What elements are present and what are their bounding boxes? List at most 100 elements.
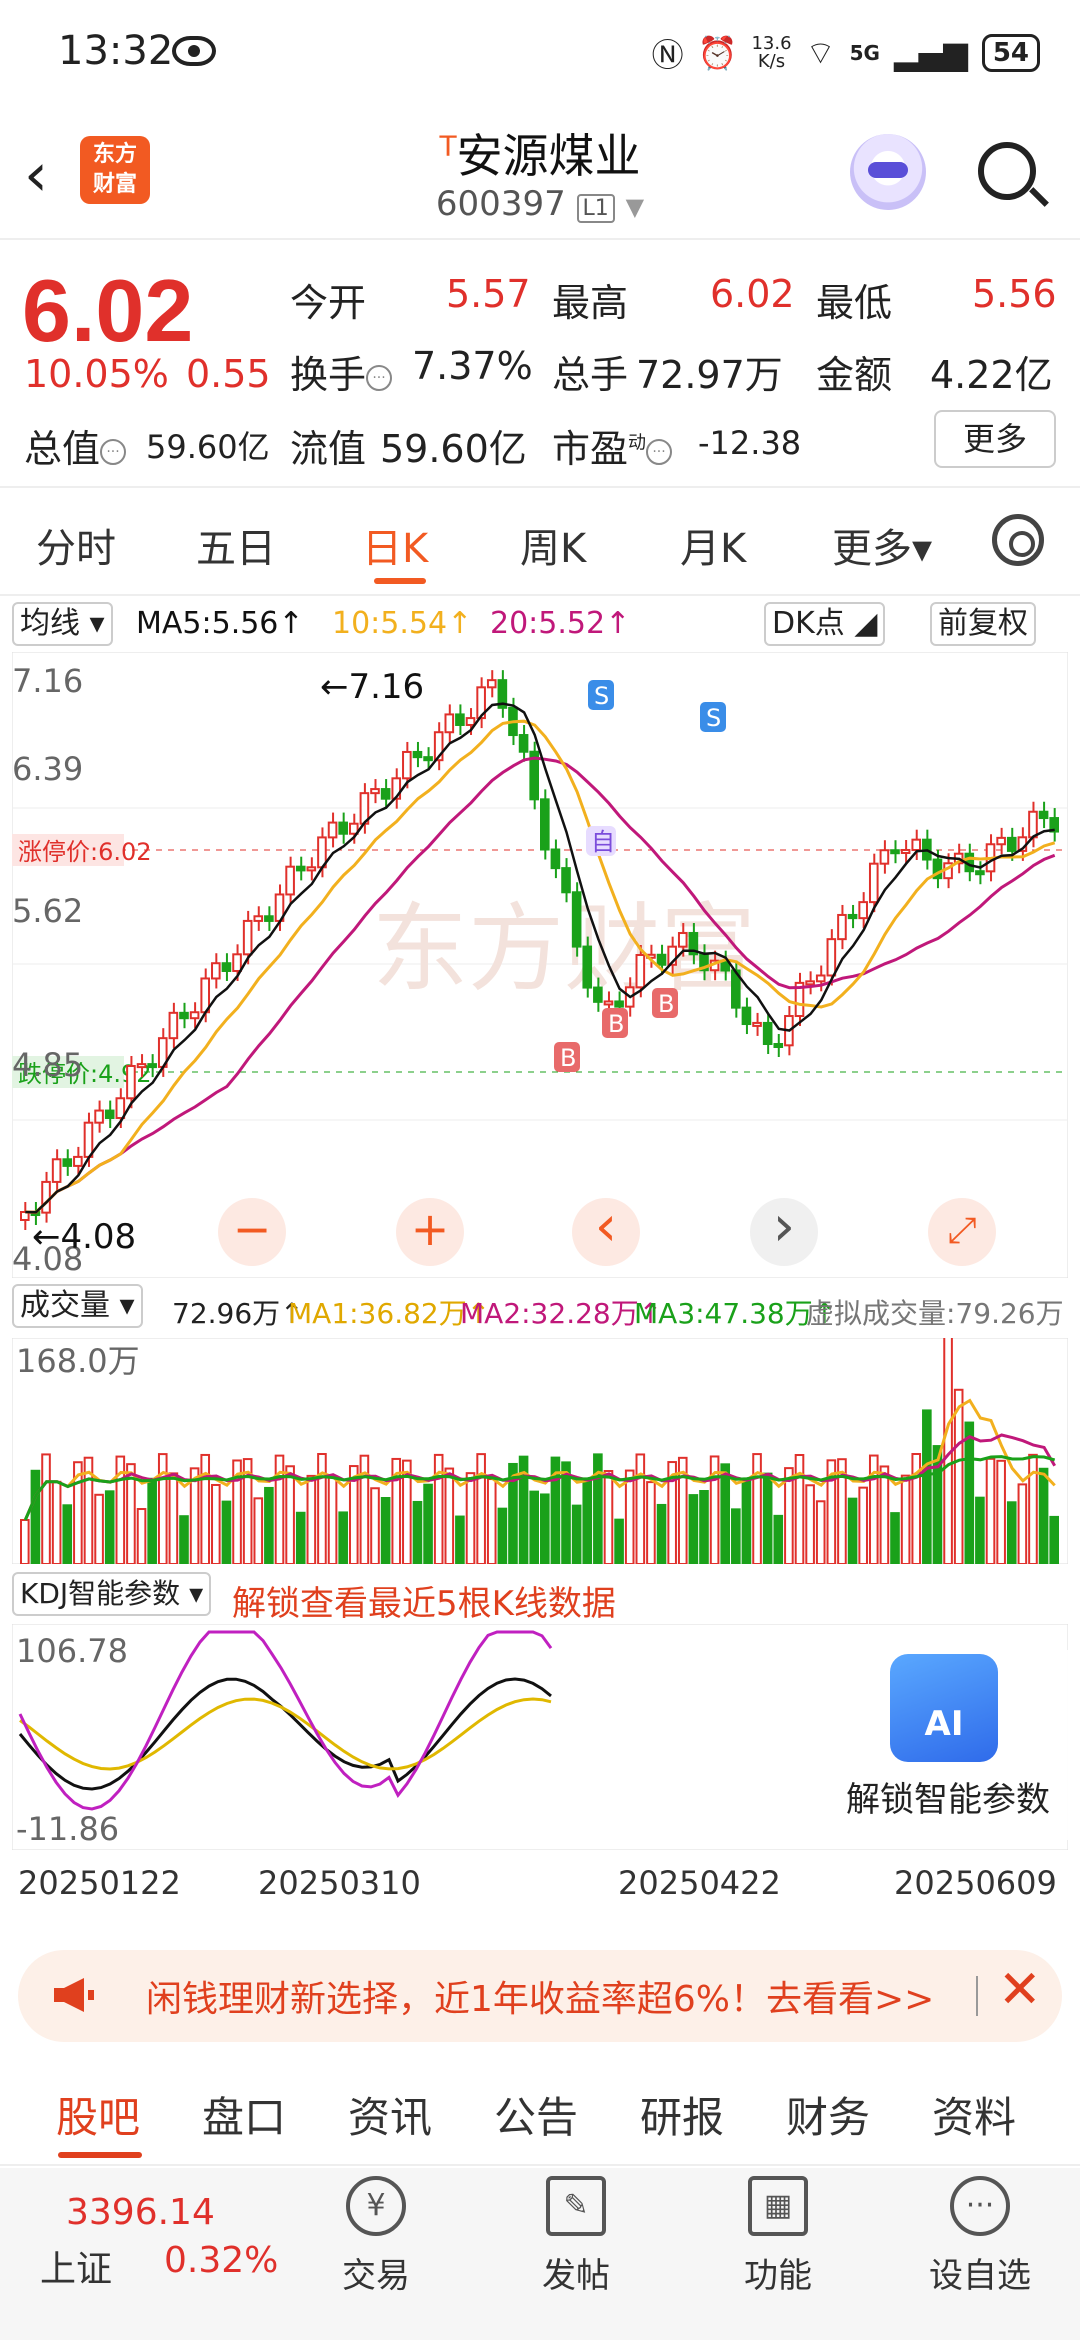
tab-guba[interactable]: 股吧 xyxy=(56,2084,140,2145)
self-signal-badge: 自 xyxy=(591,828,615,856)
nav-add-watchlist[interactable]: ··· 设自选 xyxy=(910,2176,1050,2297)
tab-orderbook[interactable]: 盘口 xyxy=(202,2084,286,2145)
yen-cycle-icon: ¥ xyxy=(346,2176,406,2236)
kdj-selector[interactable]: KDJ智能参数 ▾ xyxy=(12,1572,212,1616)
nav-trade[interactable]: ¥ 交易 xyxy=(306,2176,446,2297)
search-icon[interactable] xyxy=(978,142,1036,200)
dk-point-button[interactable]: DK点 ◢ xyxy=(764,602,886,646)
candle-body xyxy=(1006,836,1017,852)
tab-news[interactable]: 资讯 xyxy=(348,2084,432,2145)
status-bar: 13:32 Ⓝ ⏰ 13.6 K/s ⌔ 5G ▂▄▆ 54 xyxy=(0,0,1080,100)
volume-bar xyxy=(338,1511,348,1564)
candle-body xyxy=(858,901,868,920)
volume-bar xyxy=(465,1472,476,1564)
volume-bar xyxy=(253,1497,264,1564)
index-name[interactable]: 上证 xyxy=(40,2240,112,2292)
buy-signal-badge: B xyxy=(658,990,674,1018)
volume-bar xyxy=(285,1465,295,1564)
bottom-bar: 3396.14 上证 0.32% ¥ 交易 ✎ 发帖 ▦ 功能 ··· 设自选 xyxy=(0,2168,1080,2340)
volume-bar xyxy=(688,1494,699,1564)
candle-body xyxy=(847,913,858,920)
y-label-4: 4.85 xyxy=(12,1046,83,1084)
more-button[interactable]: 更多 xyxy=(934,410,1056,468)
ai-unlock-panel[interactable]: AI 解锁智能参数 xyxy=(826,1650,1070,1840)
tab-more[interactable]: 更多▾ xyxy=(832,516,932,574)
candle-body xyxy=(582,945,593,989)
candle-body xyxy=(221,962,232,972)
volume-chart[interactable]: 168.0万 xyxy=(12,1338,1068,1564)
volume-bar xyxy=(794,1454,805,1564)
ma5-value: MA5:5.56↑ xyxy=(136,606,304,641)
level-tag: L1 xyxy=(576,194,615,223)
candle-body xyxy=(126,1064,136,1100)
volume-bar xyxy=(731,1508,741,1564)
info-icon[interactable]: ··· xyxy=(646,438,673,465)
gear-icon[interactable] xyxy=(992,514,1044,566)
candle-body xyxy=(73,1155,83,1167)
tab-day-k[interactable]: 日K xyxy=(362,516,428,574)
tab-week-k[interactable]: 周K xyxy=(520,516,586,574)
nav-functions[interactable]: ▦ 功能 xyxy=(708,2176,848,2297)
volume-bar xyxy=(30,1469,41,1564)
candle-body xyxy=(762,1021,773,1046)
volume-bar xyxy=(752,1453,762,1564)
zoom-out-button[interactable]: − xyxy=(218,1198,286,1266)
adjust-button[interactable]: 前复权 xyxy=(930,602,1036,646)
candle-body xyxy=(890,849,900,855)
volume-bar xyxy=(444,1467,455,1564)
candlestick-chart[interactable]: 东方财富 涨停价:6.02 跌停价:4.92 7.16 6.39 5.62 4.… xyxy=(12,652,1068,1278)
tab-five-day[interactable]: 五日 xyxy=(196,516,276,574)
buy-signal-badge: B xyxy=(560,1044,576,1072)
info-icon[interactable]: ··· xyxy=(366,364,393,391)
candle-body xyxy=(826,938,837,977)
candle-body xyxy=(635,953,646,989)
tab-finance[interactable]: 财务 xyxy=(786,2084,870,2145)
volume-bar xyxy=(412,1500,423,1564)
index-value[interactable]: 3396.14 xyxy=(66,2192,215,2233)
candle-body xyxy=(593,986,603,1003)
volume-bar xyxy=(890,1512,900,1564)
next-button[interactable]: › xyxy=(750,1198,818,1266)
ma-selector[interactable]: 均线 ▾ xyxy=(12,602,113,646)
candle-body xyxy=(338,821,348,835)
volume-bar xyxy=(582,1480,593,1564)
promo-banner[interactable]: 闲钱理财新选择，近1年收益率超6%！去看看>> ✕ xyxy=(18,1950,1062,2042)
volume-bar xyxy=(1049,1515,1059,1564)
candle-body xyxy=(455,713,465,726)
candle-body xyxy=(285,865,295,896)
info-icon[interactable]: ··· xyxy=(100,438,127,465)
close-icon[interactable]: ✕ xyxy=(998,1960,1042,2020)
zoom-in-button[interactable]: + xyxy=(396,1198,464,1266)
volume-bar xyxy=(975,1496,985,1564)
chevron-down-icon: ▼ xyxy=(625,193,645,221)
tab-profile[interactable]: 资料 xyxy=(932,2084,1016,2145)
candle-body xyxy=(147,1063,157,1069)
nfc-icon: Ⓝ xyxy=(651,36,684,74)
candle-body xyxy=(486,679,497,689)
candle-body xyxy=(868,862,879,904)
candle-body xyxy=(115,1097,126,1119)
ai-unlock-label[interactable]: 解锁智能参数 xyxy=(826,1772,1070,1821)
candle-body xyxy=(104,1109,115,1119)
date-label: 20250122 xyxy=(18,1864,181,1902)
volume-bar xyxy=(741,1477,752,1564)
y-label-2: 6.39 xyxy=(12,750,83,788)
ai-icon[interactable]: AI xyxy=(890,1654,998,1762)
tab-announcements[interactable]: 公告 xyxy=(494,2084,578,2145)
volume-bar xyxy=(211,1483,221,1564)
tab-minute[interactable]: 分时 xyxy=(36,516,116,574)
candle-body xyxy=(253,915,264,922)
tab-month-k[interactable]: 月K xyxy=(680,516,746,574)
nav-post[interactable]: ✎ 发帖 xyxy=(506,2176,646,2297)
kdj-unlock-text[interactable]: 解锁查看最近5根K线数据 xyxy=(232,1576,616,1625)
promo-text[interactable]: 闲钱理财新选择，近1年收益率超6%！去看看>> xyxy=(146,1970,934,2022)
volume-bar xyxy=(317,1453,327,1564)
index-percent[interactable]: 0.32% xyxy=(164,2240,278,2281)
fullscreen-icon[interactable]: ⤢ xyxy=(928,1198,996,1266)
volume-selector[interactable]: 成交量 ▾ xyxy=(12,1284,143,1328)
assistant-robot-icon[interactable] xyxy=(850,134,926,210)
low-label: 最低 xyxy=(816,281,893,325)
candle-body xyxy=(1038,810,1049,820)
prev-button[interactable]: ‹ xyxy=(572,1198,640,1266)
tab-research[interactable]: 研报 xyxy=(640,2084,724,2145)
